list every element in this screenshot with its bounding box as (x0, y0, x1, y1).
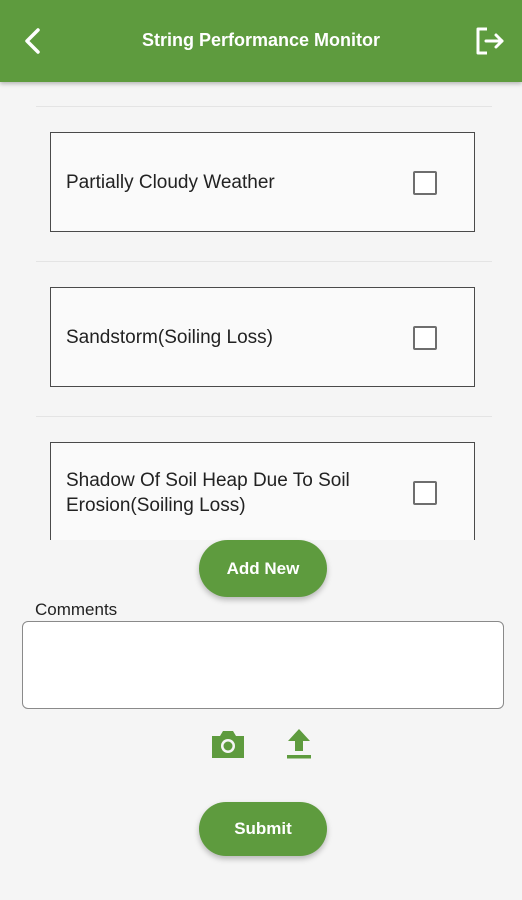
camera-icon (212, 731, 244, 758)
divider (36, 261, 492, 262)
option-card-partially-cloudy[interactable]: Partially Cloudy Weather (50, 132, 475, 232)
option-checkbox[interactable] (413, 171, 437, 195)
divider (36, 106, 492, 107)
options-list[interactable]: Partially Cloudy Weather Sandstorm(Soili… (0, 82, 522, 540)
option-label: Shadow Of Soil Heap Due To Soil Erosion(… (66, 470, 350, 516)
add-new-button[interactable]: Add New (199, 540, 327, 597)
logout-button[interactable] (470, 22, 510, 62)
option-checkbox[interactable] (413, 326, 437, 350)
camera-button[interactable] (208, 724, 248, 764)
submit-button[interactable]: Submit (199, 802, 327, 856)
page-title: String Performance Monitor (141, 30, 381, 50)
logout-icon (476, 27, 504, 55)
comments-label: Comments (35, 600, 118, 619)
option-label: Sandstorm(Soiling Loss) (66, 326, 273, 348)
divider (36, 416, 492, 417)
upload-button[interactable] (279, 724, 319, 764)
option-card-soil-heap-shadow[interactable]: Shadow Of Soil Heap Due To Soil Erosion(… (50, 442, 475, 540)
app-bar: String Performance Monitor (0, 0, 522, 82)
option-card-sandstorm[interactable]: Sandstorm(Soiling Loss) (50, 287, 475, 387)
upload-icon (287, 729, 311, 759)
option-label: Partially Cloudy Weather (66, 171, 275, 193)
option-checkbox[interactable] (413, 481, 437, 505)
comments-field[interactable] (22, 621, 504, 709)
